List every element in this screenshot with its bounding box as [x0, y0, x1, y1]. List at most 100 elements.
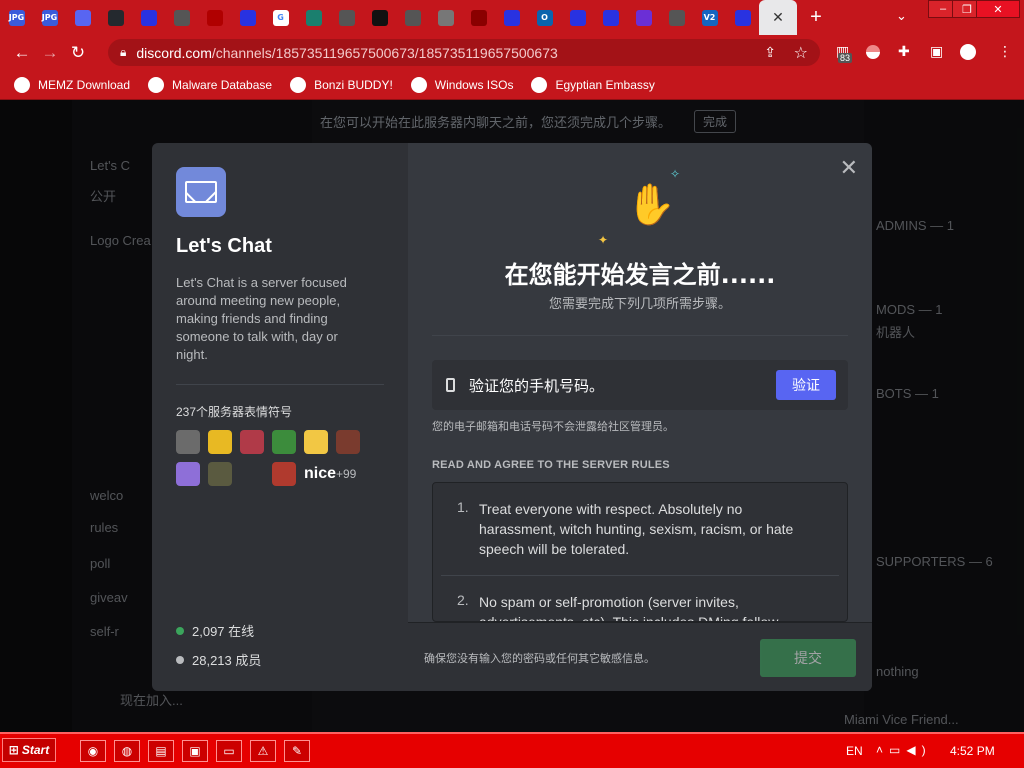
outlook-icon: O	[536, 9, 553, 26]
browser-tab[interactable]: JPG	[33, 0, 66, 35]
taskbar: ⊞ Start ◉ ◍ ▤ ▣ ▭ ⚠ ✎ EN ˄▭◀) 4:52 PM	[0, 732, 1024, 768]
baidu-icon	[503, 9, 520, 26]
globe-icon[interactable]: ◍	[114, 740, 140, 762]
browser-tab[interactable]	[627, 0, 660, 35]
puzzle-icon[interactable]: ✚	[898, 43, 910, 60]
tab-search-dropdown[interactable]: ⌄	[896, 8, 907, 24]
sparkle-icon: ✦	[598, 233, 609, 247]
browser-tab[interactable]	[495, 0, 528, 35]
channel-item: rules	[90, 520, 119, 535]
browser-tab[interactable]: G	[264, 0, 297, 35]
browser-tab[interactable]	[561, 0, 594, 35]
browser-tab[interactable]	[396, 0, 429, 35]
rules-heading: READ AND AGREE TO THE SERVER RULES	[432, 459, 670, 471]
browser-tab[interactable]	[99, 0, 132, 35]
chrome-icon[interactable]: ◉	[80, 740, 106, 762]
bookmark-item[interactable]: Windows ISOs	[410, 76, 513, 93]
reload-icon[interactable]: ↻	[64, 43, 92, 63]
browser-tab[interactable]	[594, 0, 627, 35]
network-icon[interactable]: ▭	[889, 743, 906, 757]
red-icon	[470, 9, 487, 26]
notice-complete-button[interactable]: 完成	[694, 110, 737, 133]
rule-text: No spam or self-promotion (server invite…	[479, 594, 779, 622]
globe-icon	[338, 9, 355, 26]
bookmark-label: Malware Database	[172, 77, 273, 92]
browser-tab[interactable]	[165, 0, 198, 35]
clock[interactable]: 4:52 PM	[950, 744, 995, 758]
rules-list[interactable]: 1. Treat everyone with respect. Absolutel…	[432, 482, 848, 622]
phone-verification-row: 验证您的手机号码。 验证	[432, 360, 848, 410]
submit-button[interactable]: 提交	[760, 639, 856, 677]
server-name: Let's Chat	[176, 235, 272, 257]
verify-button[interactable]: 验证	[776, 370, 836, 400]
browser-tab[interactable]	[132, 0, 165, 35]
browser-tab[interactable]	[330, 0, 363, 35]
folder-icon[interactable]: ▤	[148, 740, 174, 762]
browser-tab[interactable]	[66, 0, 99, 35]
baidu-icon	[140, 9, 157, 26]
url-text[interactable]: discord.com/channels/185735119657500673/…	[136, 45, 557, 61]
tray-up-icon[interactable]: ˄	[876, 743, 889, 757]
server-emoji	[176, 430, 200, 454]
forward-icon[interactable]: →	[36, 43, 64, 63]
sidebar-icon[interactable]: ▣	[930, 43, 943, 60]
paint-icon[interactable]: ✎	[284, 740, 310, 762]
bookmark-item[interactable]: Malware Database	[148, 76, 273, 93]
share-icon[interactable]: ⇪	[764, 44, 776, 61]
tray-icons: ˄▭◀)	[876, 743, 932, 757]
more-emoji-count: +99	[336, 467, 357, 481]
back-icon[interactable]: ←	[8, 43, 36, 63]
channel-item: 公开	[90, 189, 117, 204]
menu-kebab-icon[interactable]: ⋮	[998, 43, 1012, 60]
online-count-text: 2,097 在线	[192, 624, 255, 639]
volume-icon[interactable]: ◀)	[906, 743, 931, 757]
v2-icon: V2	[701, 9, 718, 26]
bookmark-label: Egyptian Embassy	[555, 77, 655, 92]
start-button[interactable]: ⊞ Start	[2, 738, 56, 762]
channel-item: Logo Crea	[90, 233, 151, 248]
new-tab-button[interactable]: +	[801, 6, 831, 29]
bookmark-item[interactable]: Egyptian Embassy	[531, 76, 655, 93]
channel-item: welco	[90, 488, 124, 503]
computer-icon[interactable]: ▣	[182, 740, 208, 762]
server-emoji	[208, 462, 232, 486]
language-indicator[interactable]: EN	[846, 744, 863, 758]
browser-tab[interactable]: JPG	[0, 0, 33, 35]
server-emoji	[240, 430, 264, 454]
emoji-grid: nice +99	[176, 430, 384, 486]
window-close-button[interactable]: ✕	[976, 0, 1020, 18]
bookmark-item[interactable]: MEMZ Download	[14, 76, 130, 93]
browser-tab[interactable]	[726, 0, 759, 35]
browser-tab[interactable]: O	[528, 0, 561, 35]
bonzi-icon	[290, 76, 307, 93]
profile-avatar-icon[interactable]	[960, 44, 976, 60]
browser-tab[interactable]	[198, 0, 231, 35]
tab-close-icon[interactable]: ✕	[772, 9, 784, 26]
nice-emoji: nice	[304, 465, 337, 482]
browser-tab[interactable]	[363, 0, 396, 35]
address-bar[interactable]: 🔒︎ discord.com/channels/1857351196575006…	[108, 39, 820, 66]
warning-icon[interactable]: ⚠	[250, 740, 276, 762]
browser-tab[interactable]	[462, 0, 495, 35]
browser-tab-bar: JPG JPG G O V2 ✕ +	[0, 0, 1024, 35]
active-browser-tab[interactable]: ✕	[759, 0, 797, 35]
browser-tab[interactable]	[231, 0, 264, 35]
browser-tab[interactable]	[297, 0, 330, 35]
browser-tab[interactable]: V2	[693, 0, 726, 35]
server-emoji	[208, 430, 232, 454]
globe-icon	[404, 9, 421, 26]
url-host: discord.com	[136, 44, 212, 61]
bookmark-item[interactable]: Bonzi BUDDY!	[290, 76, 393, 93]
channel-item: giveav	[90, 590, 128, 605]
lock-icon[interactable]: 🔒︎	[120, 45, 126, 60]
teal-icon	[305, 9, 322, 26]
flag-extension-icon[interactable]	[866, 45, 880, 59]
bookmark-star-icon[interactable]: ☆	[794, 43, 808, 63]
verify-phone-text: 验证您的手机号码。	[469, 376, 605, 395]
close-icon[interactable]: ✕	[840, 155, 858, 181]
browser-tab[interactable]	[429, 0, 462, 35]
window-icon[interactable]: ▭	[216, 740, 242, 762]
browser-tab[interactable]	[660, 0, 693, 35]
membership-screening-modal: Let's Chat Let's Chat is a server focuse…	[152, 143, 872, 691]
rule-number: 2.	[457, 592, 469, 608]
